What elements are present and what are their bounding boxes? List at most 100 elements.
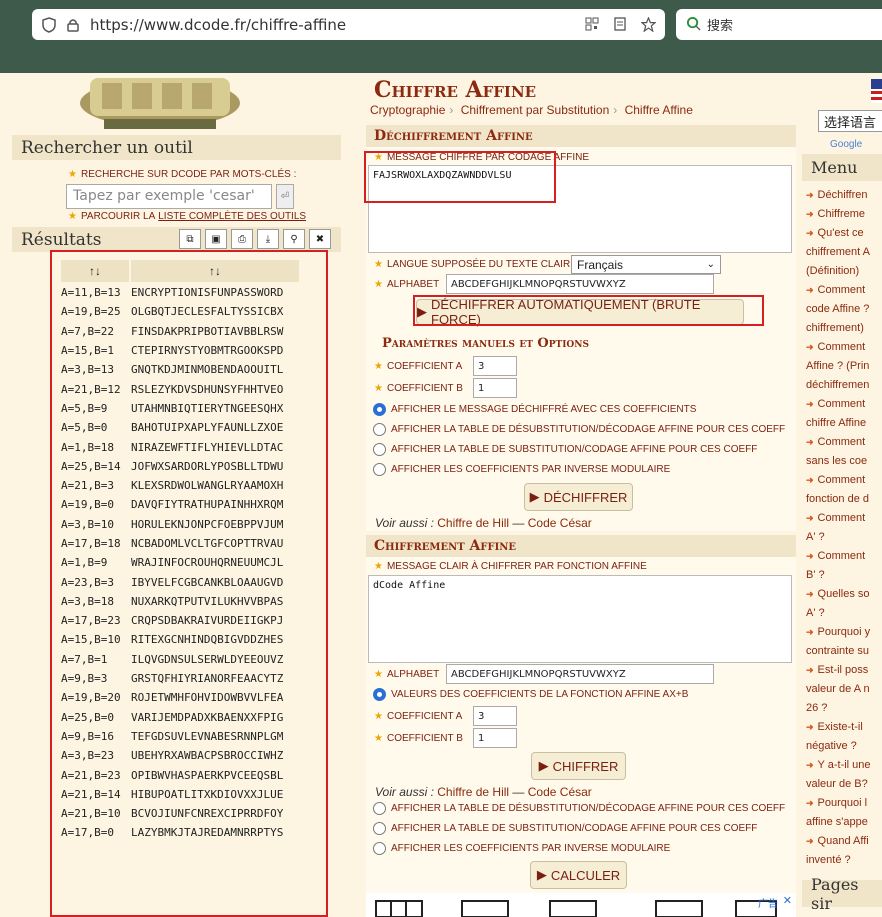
option-modular-inverse[interactable]: AFFICHER LES COEFFICIENTS PAR INVERSE MO…: [373, 463, 670, 476]
menu-item[interactable]: ➜ Y a-t-il une: [806, 756, 882, 775]
result-row[interactable]: A=21,B=23 OPIBWVHASPAERKPVCEEQSBL: [61, 765, 311, 784]
result-row[interactable]: A=3,B=10 HORULEKNJONPCFOEBPPVJUM: [61, 515, 311, 534]
result-row[interactable]: A=15,B=1 CTEPIRNYSTYOBMTRGOOKSPD: [61, 341, 311, 360]
menu-item[interactable]: ➜ Comment: [806, 338, 882, 357]
language-picker-button[interactable]: 选择语言: [818, 110, 882, 132]
result-row[interactable]: A=19,B=0 DAVQFIYTRATHUPAINHHXRQM: [61, 495, 311, 514]
browser-search-bar[interactable]: 搜索: [676, 9, 882, 40]
menu-item[interactable]: ➜ Pourquoi y: [806, 623, 882, 642]
menu-item[interactable]: A' ?: [806, 604, 882, 623]
copy-icon[interactable]: ⧉: [179, 229, 201, 249]
menu-item[interactable]: déchiffremen: [806, 376, 882, 395]
result-row[interactable]: A=21,B=14 HIBUPOATLITXKDIOVXXJLUE: [61, 785, 311, 804]
result-row[interactable]: A=3,B=18 NUXARKQTPUTVILUKHVVBPAS: [61, 592, 311, 611]
qr-code-icon[interactable]: [583, 15, 601, 33]
result-row[interactable]: A=25,B=0 VARIJEMDPADXKBAENXXFPIG: [61, 708, 311, 727]
plain-message-textarea[interactable]: dCode Affine: [368, 575, 792, 663]
calculate-button[interactable]: ▶ CALCULER: [530, 861, 627, 889]
result-row[interactable]: A=1,B=9 WRAJINFOCROUHQRNEUUMCJL: [61, 553, 311, 572]
menu-item[interactable]: A' ?: [806, 528, 882, 547]
menu-item[interactable]: ➜ Comment: [806, 509, 882, 528]
encrypt-coef-a-input[interactable]: 3: [473, 706, 517, 726]
language-select[interactable]: Français ⌄: [571, 255, 721, 274]
print-icon[interactable]: ⎙: [231, 229, 253, 249]
result-row[interactable]: A=21,B=10 BCVOJIUNFCNREXCIPRRDFOY: [61, 804, 311, 823]
menu-item[interactable]: ➜ Comment: [806, 395, 882, 414]
result-row[interactable]: A=19,B=20 ROJETWMHFOHVIDOWBVVLFEA: [61, 688, 311, 707]
menu-item[interactable]: 26 ?: [806, 699, 882, 718]
menu-item[interactable]: ➜ Pourquoi l: [806, 794, 882, 813]
menu-item[interactable]: chiffrement): [806, 319, 882, 338]
result-row[interactable]: A=17,B=18 NCBADOMLVCLTGFCOPTTRVAU: [61, 534, 311, 553]
menu-item[interactable]: ➜ Quelles so: [806, 585, 882, 604]
address-bar[interactable]: https://www.dcode.fr/chiffre-affine: [32, 9, 665, 40]
hill-cipher-link[interactable]: Chiffre de Hill: [437, 785, 509, 799]
hill-cipher-link[interactable]: Chiffre de Hill: [437, 516, 509, 530]
result-row[interactable]: A=9,B=3 GRSTQFHIYRIANORFEAACYTZ: [61, 669, 311, 688]
option-encrypt-encode-table[interactable]: AFFICHER LA TABLE DE SUBSTITUTION/CODAGE…: [373, 822, 757, 835]
menu-item[interactable]: sans les coe: [806, 452, 882, 471]
breadcrumb-item[interactable]: Chiffrement par Substitution: [461, 103, 610, 117]
search-go-button[interactable]: ⏎: [276, 184, 294, 209]
caesar-code-link[interactable]: Code César: [528, 785, 592, 799]
menu-item[interactable]: contrainte su: [806, 642, 882, 661]
menu-item[interactable]: ➜ Comment: [806, 471, 882, 490]
option-show-encode-table[interactable]: AFFICHER LA TABLE DE SUBSTITUTION/CODAGE…: [373, 443, 757, 456]
result-row[interactable]: A=21,B=12 RSLEZYKDVSDHUNSYFHHTVEO: [61, 379, 311, 398]
result-row[interactable]: A=25,B=14 JOFWXSARDORLYPOSBLLTDWU: [61, 457, 311, 476]
menu-item[interactable]: ➜ Quand Affi: [806, 832, 882, 851]
menu-item[interactable]: chiffrement A: [806, 243, 882, 262]
menu-item[interactable]: ➜ Comment: [806, 547, 882, 566]
pin-icon[interactable]: ⚲: [283, 229, 305, 249]
result-row[interactable]: A=9,B=16 TEFGDSUVLEVNABESRNNPLGM: [61, 727, 311, 746]
menu-item[interactable]: valeur de A n: [806, 680, 882, 699]
sort-text-header[interactable]: ↑↓: [131, 260, 299, 282]
result-row[interactable]: A=11,B=13 ENCRYPTIONISFUNPASSWORD: [61, 283, 311, 302]
menu-item[interactable]: B' ?: [806, 566, 882, 585]
close-icon[interactable]: ✖: [309, 229, 331, 249]
option-show-message[interactable]: AFFICHER LE MESSAGE DÉCHIFFRÉ AVEC CES C…: [373, 403, 696, 416]
url-text[interactable]: https://www.dcode.fr/chiffre-affine: [90, 16, 346, 34]
decrypt-button[interactable]: ▶ DÉCHIFFRER: [524, 483, 633, 511]
menu-item[interactable]: ➜ Chiffreme: [806, 205, 882, 224]
menu-item[interactable]: code Affine ?: [806, 300, 882, 319]
result-row[interactable]: A=3,B=23 UBEHYRXAWBACPSBROCCIWHZ: [61, 746, 311, 765]
full-tools-list-link[interactable]: LISTE COMPLÈTE DES OUTILS: [158, 211, 306, 222]
decrypt-alphabet-input[interactable]: ABCDEFGHIJKLMNOPQRSTUVWXYZ: [446, 274, 714, 294]
result-row[interactable]: A=23,B=3 IBYVELFCGBCANKBLOAAUGVD: [61, 572, 311, 591]
result-row[interactable]: A=19,B=25 OLGBQTJECLESFALTYSSICBX: [61, 302, 311, 321]
encrypt-button[interactable]: ▶ CHIFFRER: [531, 752, 626, 780]
result-row[interactable]: A=5,B=0 BAHOTUIPXAPLYFAUNLLZXOE: [61, 418, 311, 437]
bookmark-star-icon[interactable]: [639, 15, 657, 33]
menu-item[interactable]: (Définition): [806, 262, 882, 281]
result-row[interactable]: A=17,B=23 CRQPSDBAKRAIVURDEIIGKPJ: [61, 611, 311, 630]
save-icon[interactable]: ▣: [205, 229, 227, 249]
result-row[interactable]: A=21,B=3 KLEXSRDWOLWANGLRYAAMOXH: [61, 476, 311, 495]
option-encrypt-decode-table[interactable]: AFFICHER LA TABLE DE DÉSUBSTITUTION/DÉCO…: [373, 802, 785, 815]
breadcrumb-item[interactable]: Chiffre Affine: [625, 103, 693, 117]
menu-item[interactable]: ➜ Comment: [806, 281, 882, 300]
result-row[interactable]: A=15,B=10 RITEXGCNHINDQBIGVDDZHES: [61, 630, 311, 649]
result-row[interactable]: A=3,B=13 GNQTKDJMINMOBENDAOOUITL: [61, 360, 311, 379]
menu-item[interactable]: négative ?: [806, 737, 882, 756]
lock-icon[interactable]: [64, 16, 82, 34]
option-function-coefficients[interactable]: VALEURS DES COEFFICIENTS DE LA FONCTION …: [373, 688, 688, 701]
menu-item[interactable]: affine s'appe: [806, 813, 882, 832]
encrypt-alphabet-input[interactable]: ABCDEFGHIJKLMNOPQRSTUVWXYZ: [446, 664, 714, 684]
result-row[interactable]: A=1,B=18 NIRAZEWFTIFLYHIEVLLDTAC: [61, 437, 311, 456]
breadcrumb-item[interactable]: Cryptographie: [370, 103, 445, 117]
result-row[interactable]: A=5,B=9 UTAHMNBIQTIERYTNGEESQHX: [61, 399, 311, 418]
decrypt-coef-a-input[interactable]: 3: [473, 356, 517, 376]
menu-item[interactable]: ➜ Existe-t-il: [806, 718, 882, 737]
option-encrypt-modular-inverse[interactable]: AFFICHER LES COEFFICIENTS PAR INVERSE MO…: [373, 842, 670, 855]
encrypt-coef-b-input[interactable]: 1: [473, 728, 517, 748]
reader-view-icon[interactable]: [611, 15, 629, 33]
menu-item[interactable]: valeur de B?: [806, 775, 882, 794]
menu-item[interactable]: fonction de d: [806, 490, 882, 509]
download-icon[interactable]: ⤓: [257, 229, 279, 249]
us-flag-icon[interactable]: [871, 79, 882, 103]
result-row[interactable]: A=7,B=1 ILQVGDNSULSERWLDYEEOUVZ: [61, 650, 311, 669]
result-row[interactable]: A=17,B=0 LAZYBMKJTAJREDAMNRRPTYS: [61, 823, 311, 842]
menu-item[interactable]: ➜ Comment: [806, 433, 882, 452]
tool-search-input[interactable]: Tapez par exemple 'cesar': [66, 184, 272, 209]
